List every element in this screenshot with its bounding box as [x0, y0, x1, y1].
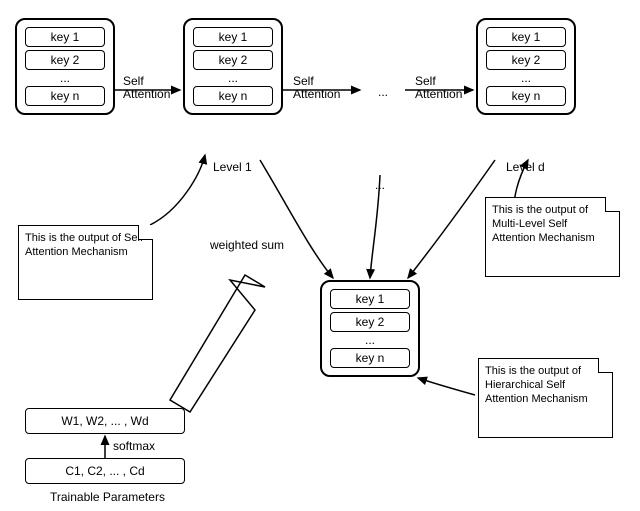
arrow-label-self-attention-2: Self Attention: [293, 75, 340, 101]
key-item: key n: [330, 348, 410, 368]
key-item: key 2: [486, 50, 566, 70]
block-level-d: key 1 key 2 ... key n: [476, 18, 576, 115]
arrow-label-self-attention-1: Self Attention: [123, 75, 170, 101]
softmax-label: softmax: [113, 439, 155, 453]
block-output: key 1 key 2 ... key n: [320, 280, 420, 377]
weights-box: W1, W2, ... , Wd: [25, 408, 185, 434]
note-fold-icon: [598, 358, 613, 373]
key-item: key 2: [330, 312, 410, 332]
ellipsis: ...: [482, 71, 570, 85]
key-item: key 1: [25, 27, 105, 47]
note-self-attention-output: This is the output of Self Attention Mec…: [18, 225, 153, 300]
arrow-label-self-attention-3: Self Attention: [415, 75, 462, 101]
note-text: This is the output of Hierarchical Self …: [485, 365, 588, 405]
block-level-1: key 1 key 2 ... key n: [183, 18, 283, 115]
note-text: This is the output of Self Attention Mec…: [25, 232, 143, 258]
key-item: key 1: [330, 289, 410, 309]
key-item: key 2: [193, 50, 273, 70]
ellipsis: ...: [189, 71, 277, 85]
level-d-caption: Level d: [506, 160, 545, 174]
weighted-sum-label: weighted sum: [210, 238, 284, 252]
key-item: key 1: [486, 27, 566, 47]
top-ellipsis: ...: [378, 85, 388, 99]
note-hierarchical: This is the output of Hierarchical Self …: [478, 358, 613, 438]
key-item: key 1: [193, 27, 273, 47]
key-item: key n: [193, 86, 273, 106]
trainable-params-caption: Trainable Parameters: [50, 490, 165, 504]
block-input: key 1 key 2 ... key n: [15, 18, 115, 115]
note-multi-level: This is the output of Multi-Level Self A…: [485, 197, 620, 277]
coeffs-box: C1, C2, ... , Cd: [25, 458, 185, 484]
key-item: key n: [25, 86, 105, 106]
ellipsis: ...: [21, 71, 109, 85]
note-fold-icon: [605, 197, 620, 212]
level-1-caption: Level 1: [213, 160, 252, 174]
key-item: key 2: [25, 50, 105, 70]
mid-ellipsis: ...: [375, 178, 385, 192]
note-text: This is the output of Multi-Level Self A…: [492, 204, 595, 244]
key-item: key n: [486, 86, 566, 106]
ellipsis: ...: [326, 333, 414, 347]
note-fold-icon: [138, 225, 153, 240]
